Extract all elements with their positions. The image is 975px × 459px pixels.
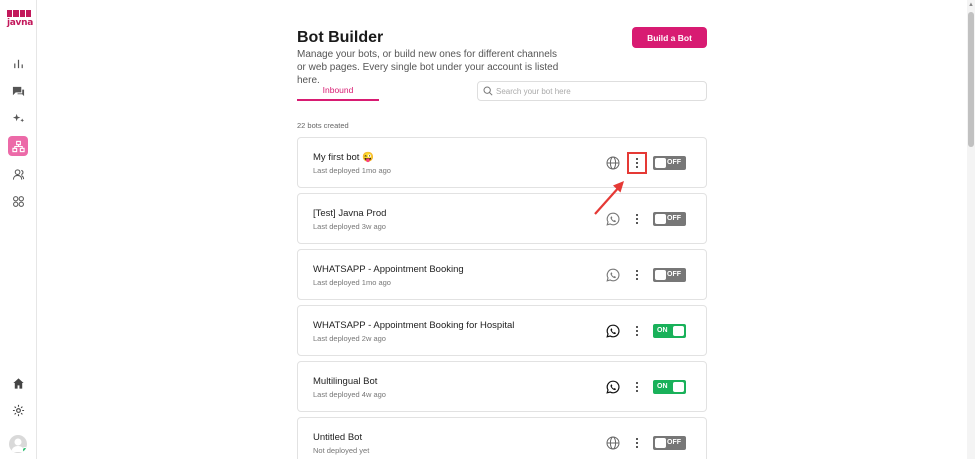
home-icon[interactable] [8,373,28,393]
scrollbar-thumb[interactable] [968,12,974,147]
annotation-arrow-icon [594,181,624,215]
page-scrollbar[interactable]: ▲ [967,0,975,459]
bot-deployed-status: Not deployed yet [313,446,370,455]
more-options-icon[interactable] [627,376,647,398]
bot-card[interactable]: Untitled Bot Not deployed yet OFF [297,417,707,459]
bot-card[interactable]: WHATSAPP - Appointment Booking for Hospi… [297,305,707,356]
settings-icon[interactable] [8,400,28,420]
toggle-label: ON [657,383,668,390]
bot-name: Multilingual Bot [313,376,378,387]
sparkle-icon[interactable] [8,108,28,128]
build-a-bot-button[interactable]: Build a Bot [632,27,707,48]
toggle-label: OFF [667,439,681,446]
toggle-label: OFF [667,159,681,166]
bot-card[interactable]: My first bot 😜 Last deployed 1mo ago OFF [297,137,707,188]
deploy-toggle[interactable]: ON [653,380,686,394]
more-options-icon[interactable] [627,264,647,286]
online-status-dot [22,447,27,453]
more-options-icon[interactable] [627,320,647,342]
apps-icon[interactable] [8,191,28,211]
bot-deployed-status: Last deployed 2w ago [313,334,386,343]
bot-builder-icon[interactable] [8,136,28,156]
toggle-label: ON [657,327,668,334]
logo-mark [7,10,31,17]
toggle-label: OFF [667,215,681,222]
sidebar: javna [0,0,37,459]
search-input[interactable] [496,86,696,96]
bot-card[interactable]: [Test] Javna Prod Last deployed 3w ago O… [297,193,707,244]
more-options-icon[interactable] [627,432,647,454]
bots-count: 22 bots created [297,121,349,130]
search-icon [483,86,493,96]
search-box[interactable] [477,81,707,101]
more-options-icon[interactable] [627,152,647,174]
bot-name: WHATSAPP - Appointment Booking for Hospi… [313,320,515,331]
bot-card[interactable]: Multilingual Bot Last deployed 4w ago ON [297,361,707,412]
chat-icon[interactable] [8,81,28,101]
analytics-icon[interactable] [8,53,28,73]
deploy-toggle[interactable]: OFF [653,268,686,282]
users-icon[interactable] [8,164,28,184]
javna-logo[interactable]: javna [7,10,34,32]
user-avatar[interactable] [9,435,27,453]
tab-inbound[interactable]: Inbound [297,81,379,101]
whatsapp-icon [605,267,620,282]
deploy-toggle[interactable]: OFF [653,156,686,170]
whatsapp-icon [605,379,620,394]
toggle-label: OFF [667,271,681,278]
deploy-toggle[interactable]: ON [653,324,686,338]
bot-card[interactable]: WHATSAPP - Appointment Booking Last depl… [297,249,707,300]
logo-text: javna [7,18,34,28]
deploy-toggle[interactable]: OFF [653,212,686,226]
web-globe-icon [605,435,620,450]
bot-name: WHATSAPP - Appointment Booking [313,264,464,275]
whatsapp-icon [605,323,620,338]
bot-name: Untitled Bot [313,432,363,443]
page-title: Bot Builder [297,29,384,46]
more-options-icon[interactable] [627,208,647,230]
bot-deployed-status: Last deployed 3w ago [313,222,386,231]
bot-name: My first bot 😜 [313,152,374,163]
scroll-up-icon[interactable]: ▲ [968,2,974,8]
bot-deployed-status: Last deployed 1mo ago [313,278,391,287]
bot-name: [Test] Javna Prod [313,208,387,219]
deploy-toggle[interactable]: OFF [653,436,686,450]
web-globe-icon [605,155,620,170]
bot-deployed-status: Last deployed 4w ago [313,390,386,399]
bot-deployed-status: Last deployed 1mo ago [313,166,391,175]
